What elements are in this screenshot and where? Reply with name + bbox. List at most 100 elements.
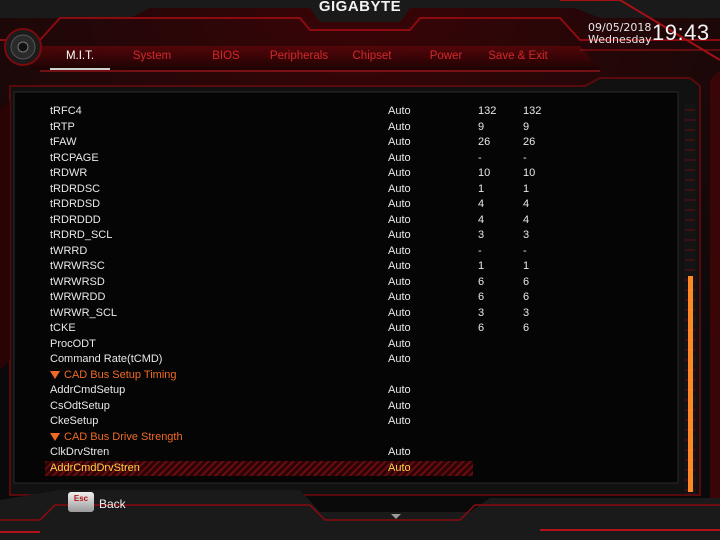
- channel-a-value: 1: [478, 182, 485, 195]
- channel-b-value: 1: [523, 182, 530, 195]
- setting-value: Auto: [388, 151, 411, 164]
- setting-name: tRDWR: [50, 167, 88, 179]
- setting-row-trcpage[interactable]: tRCPAGE Auto - -: [15, 151, 676, 166]
- setting-name: tWRWRDD: [50, 291, 106, 303]
- channel-a-value: 10: [478, 167, 491, 179]
- section-title: CAD Bus Setup Timing: [64, 368, 177, 381]
- channel-b-value: 132: [523, 105, 542, 117]
- setting-row-trfc4[interactable]: tRFC4 Auto 132 132: [15, 104, 676, 119]
- settings-list: tRFC4 Auto 132 132 tRTP Auto 9 9 tFAW Au…: [15, 93, 676, 481]
- setting-name: AddrCmdDrvStren: [50, 461, 140, 474]
- tab-bios[interactable]: BIOS: [198, 50, 254, 68]
- setting-value: Auto: [388, 244, 411, 257]
- channel-a-value: -: [478, 244, 482, 257]
- setting-row-trdrd-scl[interactable]: tRDRD_SCL Auto 3 3: [15, 228, 676, 243]
- tab-mit[interactable]: M.I.T.: [48, 50, 112, 70]
- tab-label: Chipset: [352, 50, 392, 62]
- scrollbar-thumb[interactable]: [688, 276, 693, 492]
- setting-value: Auto: [388, 105, 411, 117]
- setting-value: Auto: [388, 306, 411, 319]
- channel-a-value: 6: [478, 275, 485, 288]
- setting-row-trtp[interactable]: tRTP Auto 9 9: [15, 120, 676, 135]
- setting-row-twrwr-scl[interactable]: tWRWR_SCL Auto 3 3: [15, 306, 676, 321]
- channel-b-value: 6: [523, 275, 530, 288]
- setting-row-trdrddd[interactable]: tRDRDDD Auto 4 4: [15, 213, 676, 228]
- channel-b-value: 10: [523, 167, 536, 179]
- tab-chipset[interactable]: Chipset: [342, 50, 402, 68]
- channel-b-value: 6: [523, 291, 530, 303]
- setting-name: tWRWRSD: [50, 275, 105, 288]
- setting-row-tfaw[interactable]: tFAW Auto 26 26: [15, 135, 676, 150]
- channel-a-value: 4: [478, 213, 485, 226]
- tab-label: M.I.T.: [65, 50, 95, 62]
- setting-name: tRCPAGE: [50, 151, 99, 164]
- channel-a-value: 1: [478, 260, 485, 272]
- channel-a-value: 4: [478, 198, 485, 210]
- setting-value: Auto: [388, 120, 411, 133]
- setting-name: tRDRDSC: [50, 182, 101, 195]
- setting-value: Auto: [388, 167, 411, 179]
- setting-value: Auto: [388, 136, 411, 148]
- tab-peripherals[interactable]: Peripherals: [262, 50, 336, 68]
- setting-row-twrwrsc[interactable]: tWRWRSC Auto 1 1: [15, 259, 676, 274]
- setting-row-clkdrvstren[interactable]: ClkDrvStren Auto: [15, 445, 676, 460]
- channel-a-value: 3: [478, 229, 485, 241]
- setting-row-ckesetup[interactable]: CkeSetup Auto: [15, 414, 676, 429]
- setting-value: Auto: [388, 291, 411, 303]
- channel-a-value: 3: [478, 306, 485, 319]
- channel-b-value: -: [523, 244, 527, 257]
- tab-label: Peripherals: [269, 50, 329, 62]
- active-tab-underline: [50, 68, 110, 70]
- setting-name: tFAW: [50, 136, 77, 148]
- setting-value: Auto: [388, 182, 411, 195]
- back-button-label[interactable]: Back: [99, 497, 126, 511]
- channel-a-value: 6: [478, 322, 485, 334]
- setting-value: Auto: [388, 198, 411, 210]
- setting-row-tcke[interactable]: tCKE Auto 6 6: [15, 321, 676, 336]
- setting-value: Auto: [388, 446, 411, 458]
- section-header-cad-bus-setup-timing[interactable]: CAD Bus Setup Timing: [15, 368, 676, 383]
- setting-row-addrcmdsetup[interactable]: AddrCmdSetup Auto: [15, 383, 676, 398]
- setting-name: tCKE: [50, 322, 76, 334]
- brand-logo: GIGABYTE: [318, 0, 402, 15]
- setting-name: AddrCmdSetup: [50, 384, 126, 396]
- tab-label: Power: [429, 50, 463, 62]
- setting-row-twrwrsd[interactable]: tWRWRSD Auto 6 6: [15, 275, 676, 290]
- setting-name: CsOdtSetup: [50, 399, 110, 412]
- setting-row-twrrd[interactable]: tWRRD Auto - -: [15, 244, 676, 259]
- esc-key-icon[interactable]: Esc: [68, 492, 94, 512]
- setting-row-twrwrdd[interactable]: tWRWRDD Auto 6 6: [15, 290, 676, 305]
- section-header-cad-bus-drive-strength[interactable]: CAD Bus Drive Strength: [15, 430, 676, 445]
- tab-system[interactable]: System: [120, 50, 184, 68]
- weekday-display: Wednesday: [588, 33, 652, 46]
- channel-b-value: -: [523, 151, 527, 164]
- setting-row-csodtsetup[interactable]: CsOdtSetup Auto: [15, 399, 676, 414]
- tab-save-exit[interactable]: Save & Exit: [480, 50, 556, 68]
- channel-b-value: 3: [523, 229, 530, 241]
- setting-row-trdrdsc[interactable]: tRDRDSC Auto 1 1: [15, 182, 676, 197]
- setting-name: tRDRDSD: [50, 198, 101, 210]
- channel-b-value: 4: [523, 213, 530, 226]
- tab-label: System: [132, 50, 172, 62]
- setting-name: tRDRDDD: [50, 213, 101, 226]
- tab-power[interactable]: Power: [418, 50, 474, 68]
- setting-row-addrcmddrvstren-selected[interactable]: AddrCmdDrvStren Auto: [15, 460, 676, 476]
- setting-value: Auto: [388, 322, 411, 334]
- setting-row-procodt[interactable]: ProcODT Auto: [15, 337, 676, 352]
- setting-value: Auto: [388, 415, 411, 427]
- channel-b-value: 9: [523, 120, 530, 133]
- setting-value: Auto: [388, 353, 411, 365]
- setting-row-trdwr[interactable]: tRDWR Auto 10 10: [15, 166, 676, 181]
- setting-value: Auto: [388, 399, 411, 412]
- channel-a-value: 132: [478, 105, 497, 117]
- setting-row-trdrdsd[interactable]: tRDRDSD Auto 4 4: [15, 197, 676, 212]
- setting-name: CkeSetup: [50, 415, 99, 427]
- setting-value: Auto: [388, 275, 411, 288]
- setting-name: ClkDrvStren: [50, 446, 110, 458]
- setting-name: tRFC4: [50, 105, 82, 117]
- setting-name: tWRRD: [50, 244, 88, 257]
- clock-display: 19:43: [652, 20, 710, 45]
- scroll-down-arrow-icon: [391, 514, 401, 519]
- setting-row-command-rate[interactable]: Command Rate(tCMD) Auto: [15, 352, 676, 367]
- setting-value: Auto: [388, 337, 411, 350]
